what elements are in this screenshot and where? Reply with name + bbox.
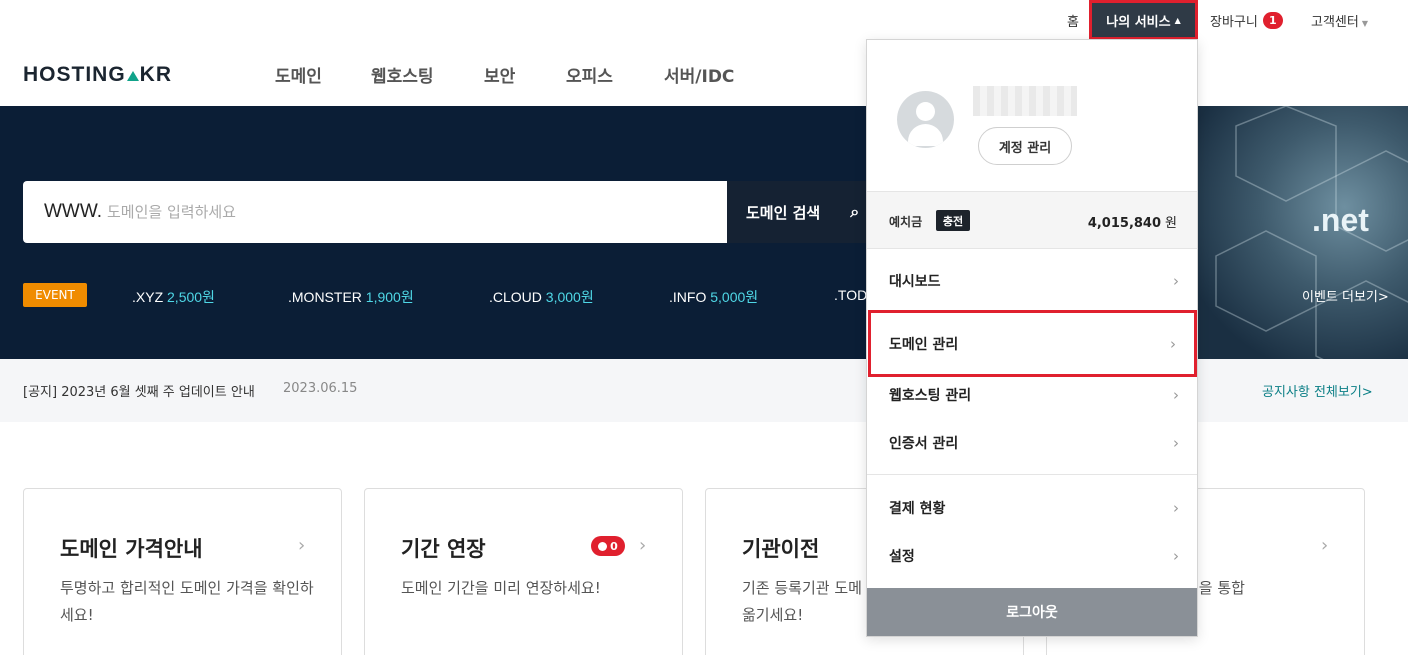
cart-label: 장바구니	[1210, 15, 1258, 30]
notice-view-all-link[interactable]: 공지사항 전체보기>	[1262, 381, 1373, 400]
chevron-right-icon: ›	[1170, 334, 1176, 353]
card-title: 도메인 가격안내	[60, 537, 203, 561]
event-item-monster[interactable]: .MONSTER 1,900원	[288, 287, 414, 307]
menu-webhosting-manage[interactable]: 웹호스팅 관리 ›	[867, 371, 1197, 419]
user-head-icon	[916, 102, 935, 121]
card-domain-price[interactable]: 도메인 가격안내 › 투명하고 합리적인 도메인 가격을 확인하세요!	[23, 488, 342, 655]
chevron-right-icon: ›	[1173, 499, 1179, 517]
logo-text-left: HOSTING	[23, 63, 126, 86]
domain-search-button[interactable]: 도메인 검색 ⌕	[727, 181, 867, 243]
search-icon: ⌕	[850, 202, 860, 221]
event-badge: EVENT	[23, 283, 87, 307]
event-price: 3,000원	[545, 289, 594, 305]
chevron-right-icon: ›	[1173, 272, 1179, 290]
menu-dashboard[interactable]: 대시보드 ›	[867, 257, 1197, 305]
my-service-dropdown: 계정 관리 예치금 충전 4,015,840 원 대시보드 › 도메인 관리 › …	[866, 39, 1198, 637]
domain-search-box: WWW.	[23, 181, 727, 243]
menu-label: 결제 현황	[889, 501, 946, 517]
chevron-right-icon: ›	[298, 535, 306, 556]
charge-button[interactable]: 충전	[936, 210, 970, 231]
event-price: 2,500원	[167, 289, 215, 305]
notice-title[interactable]: [공지] 2023년 6월 셋째 주 업데이트 안내	[23, 381, 255, 400]
menu-payment-status[interactable]: 결제 현황 ›	[867, 484, 1197, 532]
card-desc: 투명하고 합리적인 도메인 가격을 확인하세요!	[60, 579, 314, 624]
notice-date: 2023.06.15	[283, 381, 358, 396]
domain-search-label: 도메인 검색	[746, 203, 821, 222]
chevron-right-icon: ›	[1173, 547, 1179, 565]
event-tld: .CLOUD	[489, 289, 542, 305]
menu-label: 인증서 관리	[889, 436, 959, 452]
card-title: 기간 연장	[401, 537, 486, 561]
site-logo[interactable]: HOSTING KR	[23, 63, 172, 87]
event-item-info[interactable]: .INFO 5,000원	[669, 287, 758, 307]
clock-icon	[598, 541, 608, 551]
my-service-button[interactable]: 나의 서비스 ▲	[1089, 0, 1198, 40]
logout-button[interactable]: 로그아웃	[867, 588, 1197, 636]
renewal-count-badge: 0	[591, 536, 625, 556]
logo-triangle-icon	[126, 71, 139, 81]
event-price: 1,900원	[365, 289, 414, 305]
event-more-link[interactable]: 이벤트 더보기>	[1302, 286, 1389, 305]
cart-link[interactable]: 장바구니 1	[1210, 11, 1283, 30]
customer-center-label: 고객센터	[1311, 15, 1359, 30]
menu-domain-manage[interactable]: 도메인 관리 ›	[868, 310, 1197, 377]
menu-divider	[867, 474, 1197, 475]
event-tld: .INFO	[669, 289, 707, 305]
event-tld: .MONSTER	[288, 289, 362, 305]
user-body-icon	[908, 124, 943, 146]
balance-value: 4,015,840	[1087, 216, 1162, 231]
hexagon-pattern	[1215, 106, 1408, 359]
card-desc: 인을 통합	[1185, 579, 1245, 597]
menu-settings[interactable]: 설정 ›	[867, 532, 1197, 580]
menu-label: 도메인 관리	[889, 336, 959, 353]
card-renewal[interactable]: 기간 연장 0 › 도메인 기간을 미리 연장하세요!	[364, 488, 683, 655]
card-desc: 도메인 기간을 미리 연장하세요!	[401, 579, 601, 597]
nav-office[interactable]: 오피스	[566, 62, 613, 87]
nav-security[interactable]: 보안	[484, 62, 515, 87]
nav-domain[interactable]: 도메인	[275, 62, 322, 87]
home-link[interactable]: 홈	[1067, 11, 1079, 30]
menu-certificate-manage[interactable]: 인증서 관리 ›	[867, 419, 1197, 467]
avatar	[897, 91, 954, 148]
chevron-right-icon: ›	[639, 535, 647, 556]
menu-label: 대시보드	[889, 274, 941, 290]
cart-count-badge: 1	[1262, 12, 1283, 29]
net-banner[interactable]	[1196, 106, 1408, 359]
chevron-right-icon: ›	[1173, 386, 1179, 404]
menu-label: 설정	[889, 549, 915, 565]
event-item-today[interactable]: .TOD	[834, 287, 867, 303]
balance-unit: 원	[1165, 216, 1177, 231]
balance-label: 예치금	[889, 215, 923, 229]
my-service-label: 나의 서비스	[1106, 14, 1171, 30]
balance-amount: 4,015,840 원	[1088, 212, 1177, 231]
domain-search-input[interactable]	[107, 195, 707, 229]
search-prefix: WWW.	[44, 201, 103, 222]
blurred-username	[973, 86, 1077, 116]
chevron-right-icon: ›	[1321, 535, 1329, 556]
caret-up-icon: ▲	[1174, 15, 1181, 25]
logo-text-right: KR	[139, 63, 173, 86]
balance-row: 예치금 충전 4,015,840 원	[867, 191, 1197, 249]
caret-down-icon: ▼	[1361, 19, 1368, 28]
top-utility-bar: 홈 나의 서비스 ▲ 장바구니 1 고객센터 ▼	[0, 0, 1408, 40]
event-item-xyz[interactable]: .XYZ 2,500원	[132, 287, 215, 307]
event-price: 5,000원	[710, 289, 759, 305]
event-item-cloud[interactable]: .CLOUD 3,000원	[489, 287, 594, 307]
menu-label: 웹호스팅 관리	[889, 388, 972, 404]
event-tld: .XYZ	[132, 289, 164, 305]
chevron-right-icon: ›	[1173, 434, 1179, 452]
customer-center-link[interactable]: 고객센터 ▼	[1311, 11, 1368, 30]
card-title: 기관이전	[742, 537, 820, 561]
event-tld: .TOD	[834, 287, 868, 303]
net-banner-text: .net	[1312, 202, 1369, 238]
nav-webhosting[interactable]: 웹호스팅	[371, 62, 434, 87]
renewal-count: 0	[610, 539, 618, 553]
nav-server-idc[interactable]: 서버/IDC	[664, 62, 734, 87]
account-manage-button[interactable]: 계정 관리	[978, 127, 1072, 165]
